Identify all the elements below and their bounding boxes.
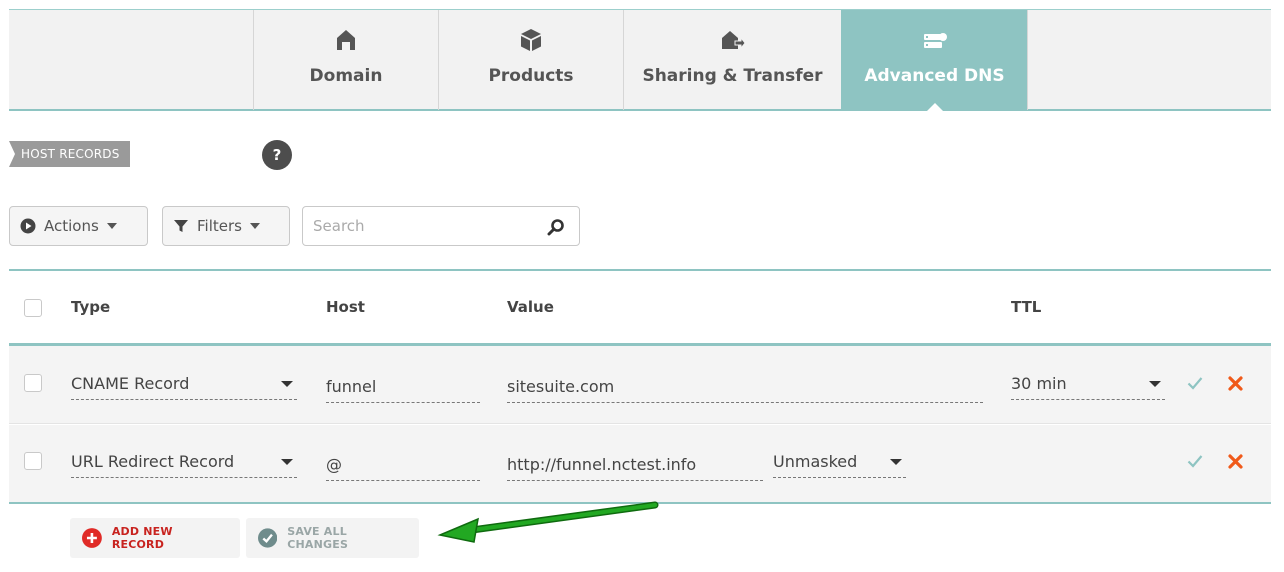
record-type-select[interactable]: URL Redirect Record [71,452,297,478]
add-new-record-button[interactable]: ADD NEW RECORD [70,518,240,558]
table-top-border [9,269,1271,271]
ttl-value: 30 min [1011,374,1067,393]
check-circle-icon [258,528,278,548]
filters-label: Filters [197,217,242,235]
house-transfer-icon [721,31,746,50]
filters-button[interactable]: Filters [162,206,290,246]
save-all-changes-button[interactable]: SAVE ALL CHANGES [246,518,419,558]
check-icon[interactable] [1187,376,1203,390]
chevron-down-icon [249,223,260,229]
dropdown-arrow-icon [281,381,293,387]
redirect-mode-value: Unmasked [773,452,858,471]
host-records-label: HOST RECORDS [9,141,130,167]
tab-divider [1027,10,1028,110]
select-all-checkbox[interactable] [24,299,42,317]
tab-advanced-dns[interactable]: Advanced DNS [841,10,1027,112]
tab-products[interactable]: Products [438,10,623,110]
host-input[interactable]: funnel [326,377,480,403]
home-icon [337,30,355,50]
search-icon[interactable] [547,218,565,236]
tab-products-label: Products [488,66,574,86]
row-checkbox[interactable] [24,374,42,392]
play-circle-icon [20,218,36,234]
delete-icon[interactable] [1228,454,1243,469]
filter-icon [174,220,188,232]
row-checkbox[interactable] [24,452,42,470]
dropdown-arrow-icon [281,459,293,465]
value-text: sitesuite.com [507,377,615,396]
actions-label: Actions [44,217,99,235]
tab-domain-label: Domain [309,66,383,86]
header-host: Host [326,298,365,316]
host-input[interactable]: @ [326,455,480,481]
ttl-select[interactable]: 30 min [1011,374,1165,400]
tab-advanced-dns-label: Advanced DNS [864,66,1005,86]
redirect-mode-select[interactable]: Unmasked [773,452,906,478]
table-bottom-border [9,502,1271,504]
plus-circle-icon [82,528,102,548]
chevron-down-icon [106,223,117,229]
header-type: Type [71,298,111,316]
box-icon [521,29,541,51]
tab-domain[interactable]: Domain [253,10,438,110]
tab-bar: Domain Products Sharing & Transfer Advan… [9,9,1271,112]
dropdown-arrow-icon [890,459,902,465]
search-input[interactable] [313,215,533,237]
delete-icon[interactable] [1228,376,1243,391]
save-all-changes-label: SAVE ALL CHANGES [287,525,349,551]
search-box [302,206,580,246]
add-new-record-label: ADD NEW RECORD [111,525,173,551]
header-value: Value [507,298,554,316]
record-type-value: CNAME Record [71,374,190,393]
redirect-url-value: http://funnel.nctest.info [507,455,697,474]
help-icon[interactable]: ? [262,140,292,170]
check-icon[interactable] [1187,454,1203,468]
redirect-url-input[interactable]: http://funnel.nctest.info [507,455,763,481]
tab-sharing-transfer-label: Sharing & Transfer [642,66,823,86]
server-icon [923,33,947,48]
tab-sharing-transfer[interactable]: Sharing & Transfer [623,10,841,110]
dropdown-arrow-icon [1149,381,1161,387]
record-type-value: URL Redirect Record [71,452,235,471]
host-value: funnel [326,377,377,396]
actions-button[interactable]: Actions [9,206,148,246]
value-input[interactable]: sitesuite.com [507,377,983,403]
record-type-select[interactable]: CNAME Record [71,374,297,400]
header-ttl: TTL [1011,298,1042,316]
host-value: @ [326,455,342,474]
